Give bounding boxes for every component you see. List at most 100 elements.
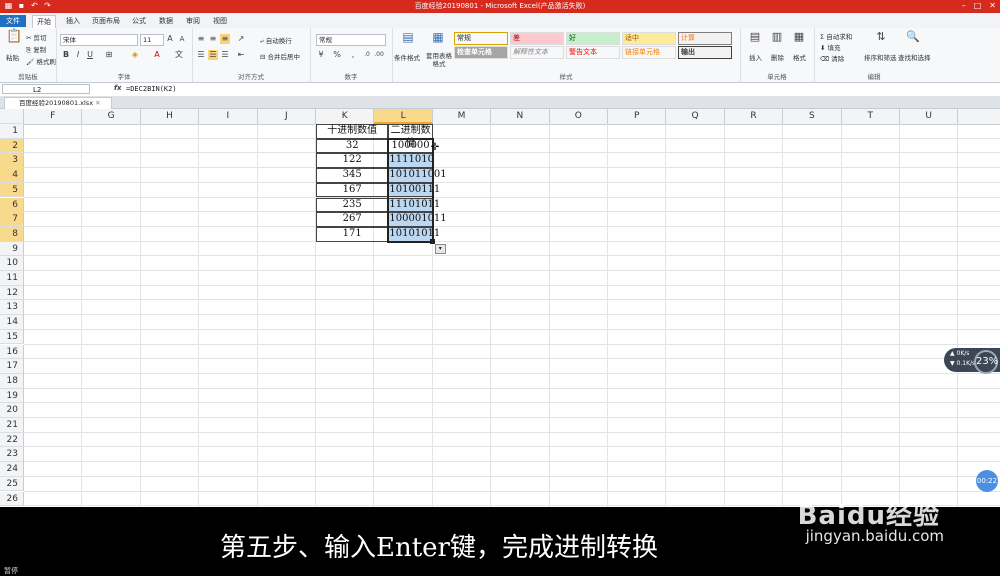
row-header-16[interactable]: 16	[0, 344, 24, 360]
column-header-o[interactable]: O	[550, 109, 608, 124]
row-header-18[interactable]: 18	[0, 373, 24, 389]
style-cell[interactable]: 警告文本	[566, 46, 620, 59]
row-header-13[interactable]: 13	[0, 300, 24, 316]
table-format-button[interactable]: 套用表格格式	[424, 52, 454, 68]
style-cell[interactable]: 好	[566, 32, 620, 45]
decimal-cell[interactable]: 235	[316, 197, 389, 213]
insert-function-icon[interactable]: fx	[114, 84, 122, 92]
row-header-10[interactable]: 10	[0, 256, 24, 271]
underline-icon[interactable]: U	[85, 50, 95, 60]
insert-cells-button[interactable]: 插入	[749, 52, 762, 62]
column-header-s[interactable]: S	[783, 109, 842, 124]
network-speed-widget[interactable]: ▲ 0K/s ▼ 0.1K/s 23%	[944, 348, 1000, 374]
formula-input[interactable]: =DEC2BIN(K2)	[126, 84, 177, 95]
close-icon[interactable]: ✕	[95, 99, 100, 107]
style-cell[interactable]: 常规	[454, 32, 508, 45]
font-name-select[interactable]: 宋体	[60, 34, 138, 46]
conditional-format-button[interactable]: 条件格式	[394, 52, 420, 62]
header-decimal[interactable]: 十进制数值	[316, 124, 389, 139]
column-header-t[interactable]: T	[842, 109, 900, 124]
increase-decimal-icon[interactable]: .0	[362, 50, 372, 60]
style-cell[interactable]: 链接单元格	[622, 46, 676, 59]
sort-filter-icon[interactable]: ⇅	[874, 31, 888, 46]
row-header-4[interactable]: 4	[0, 168, 24, 183]
comma-icon[interactable]: ,	[348, 50, 358, 60]
select-all-corner[interactable]	[0, 109, 24, 124]
paste-icon[interactable]: 📋	[6, 30, 22, 48]
tab-review[interactable]: 审阅	[182, 15, 204, 27]
tab-home[interactable]: 开始	[32, 15, 56, 28]
format-cells-icon[interactable]: ▦	[792, 31, 806, 46]
font-color-icon[interactable]: A	[152, 50, 162, 60]
column-header-i[interactable]: I	[199, 109, 258, 124]
conditional-format-icon[interactable]: ▤	[400, 31, 416, 48]
row-header-12[interactable]: 12	[0, 285, 24, 301]
align-top-icon[interactable]: ≡	[196, 34, 206, 44]
row-header-2[interactable]: 2	[0, 138, 24, 154]
font-size-select[interactable]: 11	[140, 34, 164, 46]
tab-data[interactable]: 数据	[155, 15, 177, 27]
decimal-cell[interactable]: 345	[316, 168, 389, 183]
copy-button[interactable]: ⎘ 复制	[26, 44, 46, 55]
row-header-26[interactable]: 26	[0, 491, 24, 507]
column-header-k[interactable]: K	[316, 109, 375, 124]
style-cell[interactable]: 输出	[678, 46, 732, 59]
row-header-14[interactable]: 14	[0, 315, 24, 330]
italic-icon[interactable]: I	[73, 50, 83, 60]
column-header-g[interactable]: G	[82, 109, 141, 124]
percent-icon[interactable]: %	[332, 50, 342, 60]
phonetic-icon[interactable]: 文	[174, 50, 184, 60]
column-header-h[interactable]: H	[141, 109, 200, 124]
format-cells-button[interactable]: 格式	[793, 52, 806, 62]
row-header-1[interactable]: 1	[0, 124, 24, 139]
row-header-17[interactable]: 17	[0, 359, 24, 374]
cut-button[interactable]: ✂ 剪切	[26, 32, 47, 42]
wrap-text-button[interactable]: ⤶ 自动换行	[260, 35, 292, 46]
row-header-25[interactable]: 25	[0, 476, 24, 492]
decimal-cell[interactable]: 171	[316, 226, 389, 242]
indent-icon[interactable]: ⇤	[236, 50, 246, 60]
currency-icon[interactable]: ¥	[316, 50, 326, 60]
row-header-6[interactable]: 6	[0, 197, 24, 213]
format-painter-button[interactable]: 🖌 格式刷	[26, 56, 56, 66]
delete-cells-icon[interactable]: ▥	[770, 31, 784, 46]
row-header-3[interactable]: 3	[0, 153, 24, 169]
insert-cells-icon[interactable]: ▤	[748, 31, 762, 46]
style-cell[interactable]: 检查单元格	[454, 46, 508, 59]
row-header-21[interactable]: 21	[0, 418, 24, 433]
column-header-j[interactable]: J	[258, 109, 316, 124]
align-center-icon[interactable]: ☰	[208, 50, 218, 60]
shrink-font-icon[interactable]: A	[177, 34, 187, 44]
tab-file[interactable]: 文件	[0, 15, 26, 27]
autofill-options-icon[interactable]: ▾	[434, 243, 446, 254]
style-cell[interactable]: 计算	[678, 32, 732, 45]
column-header-m[interactable]: M	[433, 109, 492, 124]
row-header-19[interactable]: 19	[0, 388, 24, 404]
minimize-icon[interactable]: –	[962, 1, 966, 11]
tab-page-layout[interactable]: 页面布局	[88, 15, 124, 27]
column-header-r[interactable]: R	[725, 109, 784, 124]
row-header-23[interactable]: 23	[0, 447, 24, 463]
find-select-button[interactable]: 查找和选择	[898, 52, 931, 62]
row-header-9[interactable]: 9	[0, 241, 24, 257]
fill-color-icon[interactable]: ◈	[130, 50, 140, 60]
maximize-icon[interactable]: □	[974, 1, 982, 11]
style-cell[interactable]: 差	[510, 32, 564, 45]
style-cell[interactable]: 适中	[622, 32, 676, 45]
column-header-n[interactable]: N	[491, 109, 550, 124]
column-header-u[interactable]: U	[900, 109, 959, 124]
row-header-15[interactable]: 15	[0, 329, 24, 345]
decrease-decimal-icon[interactable]: .00	[374, 50, 384, 60]
align-left-icon[interactable]: ☰	[196, 50, 206, 60]
paste-button[interactable]: 粘贴	[6, 52, 19, 62]
table-format-icon[interactable]: ▦	[430, 31, 446, 48]
fill-button[interactable]: ⬇ 填充	[820, 42, 841, 52]
autosum-button[interactable]: Σ 自动求和	[820, 31, 852, 41]
align-bottom-icon[interactable]: ≡	[220, 34, 230, 44]
align-right-icon[interactable]: ☰	[220, 50, 230, 60]
row-header-11[interactable]: 11	[0, 271, 24, 286]
row-header-8[interactable]: 8	[0, 226, 24, 242]
row-header-24[interactable]: 24	[0, 462, 24, 477]
decimal-cell[interactable]: 167	[316, 182, 389, 198]
row-header-22[interactable]: 22	[0, 432, 24, 448]
